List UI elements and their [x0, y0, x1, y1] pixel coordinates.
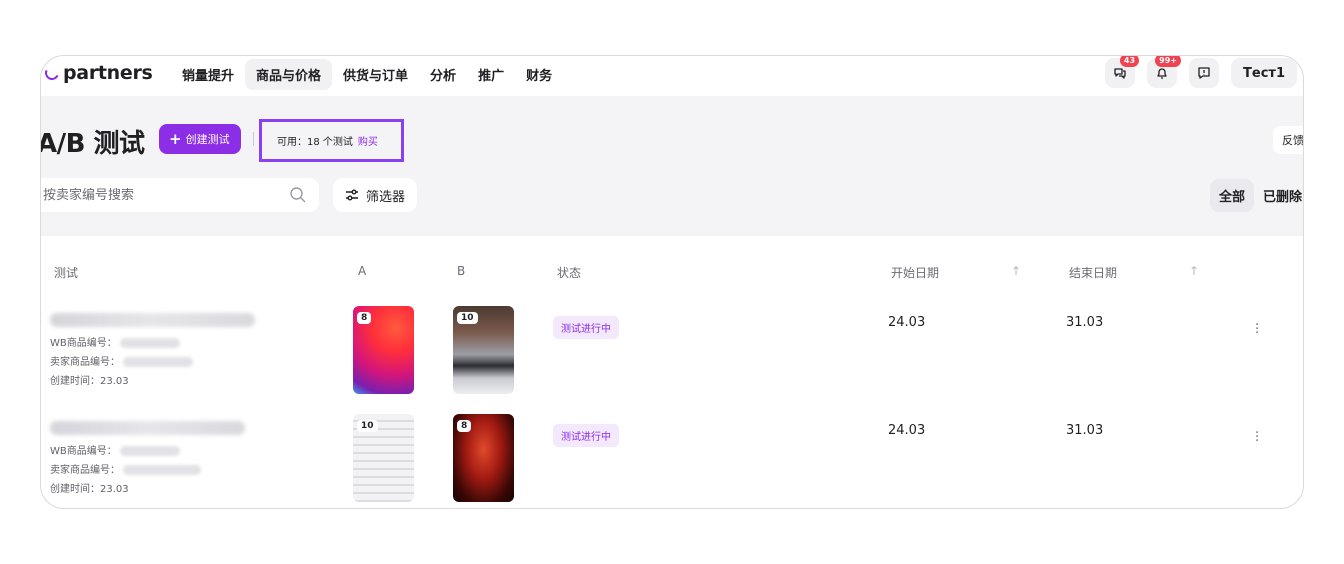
status-segment: 全部 已删除: [1209, 178, 1303, 212]
quota-info: 可用：18 个测试 购买: [259, 119, 404, 162]
column-header-status: 状态: [557, 266, 582, 280]
table-row[interactable]: WB商品编号： 卖家商品编号： 创建时间：23.03 8 10 测试进行中 24…: [41, 306, 1303, 414]
user-menu-button[interactable]: Тест1: [1231, 58, 1297, 88]
wb-sku: WB商品编号：: [50, 334, 180, 349]
logo[interactable]: partners: [43, 62, 153, 84]
variant-a-thumbnail[interactable]: 8: [353, 306, 414, 394]
nav-item-sales-growth[interactable]: 销量提升: [171, 59, 245, 90]
plus-icon: +: [169, 130, 182, 148]
start-date: 24.03: [888, 423, 926, 438]
app-window: partners 销量提升 商品与价格 供货与订单 分析 推广 财务 43 99…: [40, 55, 1304, 509]
search-icon[interactable]: [289, 186, 307, 204]
variant-a-thumbnail[interactable]: 10: [353, 414, 414, 502]
variant-a-count: 8: [357, 312, 372, 324]
column-header-a: A: [358, 264, 367, 278]
bell-icon: [1157, 68, 1167, 79]
more-options-icon[interactable]: · · ·: [1255, 427, 1259, 448]
status-badge: 测试进行中: [553, 424, 619, 447]
nav-actions: 43 99+ Тест1: [1093, 56, 1297, 88]
logo-mark-icon: [43, 64, 61, 82]
column-header-b: B: [457, 264, 466, 278]
wb-sku: WB商品编号：: [50, 442, 180, 457]
nav-item-analytics[interactable]: 分析: [419, 59, 467, 90]
nav-item-finance[interactable]: 财务: [515, 59, 563, 90]
end-date: 31.03: [1066, 315, 1104, 330]
quota-label: 可用：18 个测试: [277, 137, 353, 148]
page-title: A/B 测试: [40, 129, 145, 159]
seller-sku: 卖家商品编号：: [50, 461, 201, 476]
column-header-start-date[interactable]: 开始日期: [891, 264, 939, 281]
product-name-redacted: [50, 421, 245, 435]
start-date: 24.03: [888, 315, 926, 330]
segment-all[interactable]: 全部: [1209, 178, 1254, 212]
chat-button[interactable]: 43: [1105, 56, 1140, 88]
seller-sku: 卖家商品编号：: [50, 353, 193, 368]
notifications-badge: 99+: [1155, 56, 1182, 67]
tests-table: 测试 A B 状态 开始日期 ↑ 结束日期 ↑ WB商品编号： 卖家商品编号： …: [41, 236, 1303, 508]
variant-b-count: 10: [457, 312, 478, 324]
column-header-test: 测试: [54, 266, 79, 280]
search-input[interactable]: [43, 187, 283, 203]
sort-arrow-up-icon[interactable]: ↑: [1011, 264, 1021, 278]
feedback-button[interactable]: 反馈: [1273, 126, 1303, 154]
variant-b-thumbnail[interactable]: 10: [453, 306, 514, 394]
chat-badge: 43: [1119, 56, 1140, 67]
filter-button[interactable]: 筛选器: [333, 178, 418, 212]
notifications-button[interactable]: 99+: [1147, 56, 1182, 88]
more-options-icon[interactable]: · · ·: [1255, 319, 1259, 340]
segment-deleted[interactable]: 已删除: [1254, 179, 1303, 212]
sliders-icon: [346, 189, 358, 201]
buy-link[interactable]: 购买: [358, 133, 378, 148]
nav-item-products-prices[interactable]: 商品与价格: [245, 58, 333, 90]
support-button[interactable]: [1189, 58, 1220, 88]
column-header-end-date[interactable]: 结束日期: [1069, 264, 1117, 281]
filter-label: 筛选器: [366, 189, 406, 205]
product-name-redacted: [50, 313, 255, 327]
variant-b-thumbnail[interactable]: 8: [453, 414, 514, 502]
table-row[interactable]: WB商品编号： 卖家商品编号： 创建时间：23.03 10 8 测试进行中 24…: [41, 414, 1303, 508]
create-test-label: 创建测试: [185, 133, 230, 146]
variant-a-count: 10: [357, 420, 378, 432]
variant-b-count: 8: [457, 420, 472, 432]
nav-item-promotion[interactable]: 推广: [467, 59, 515, 90]
chat-icon: [1114, 68, 1126, 79]
nav-menu: 销量提升 商品与价格 供货与订单 分析 推广 财务: [171, 58, 563, 90]
create-test-button[interactable]: + 创建测试: [159, 124, 241, 154]
search-box: [41, 178, 319, 212]
sort-arrow-up-icon[interactable]: ↑: [1189, 264, 1199, 278]
logo-text: partners: [63, 62, 153, 84]
divider: [253, 132, 254, 146]
top-nav: partners 销量提升 商品与价格 供货与订单 分析 推广 财务 43 99…: [41, 56, 1303, 96]
status-badge: 测试进行中: [553, 316, 619, 339]
nav-item-supply-orders[interactable]: 供货与订单: [332, 59, 419, 90]
created-date: 创建时间：23.03: [50, 376, 129, 387]
created-date: 创建时间：23.03: [50, 484, 129, 495]
end-date: 31.03: [1066, 423, 1104, 438]
message-alert-icon: [1198, 67, 1210, 79]
